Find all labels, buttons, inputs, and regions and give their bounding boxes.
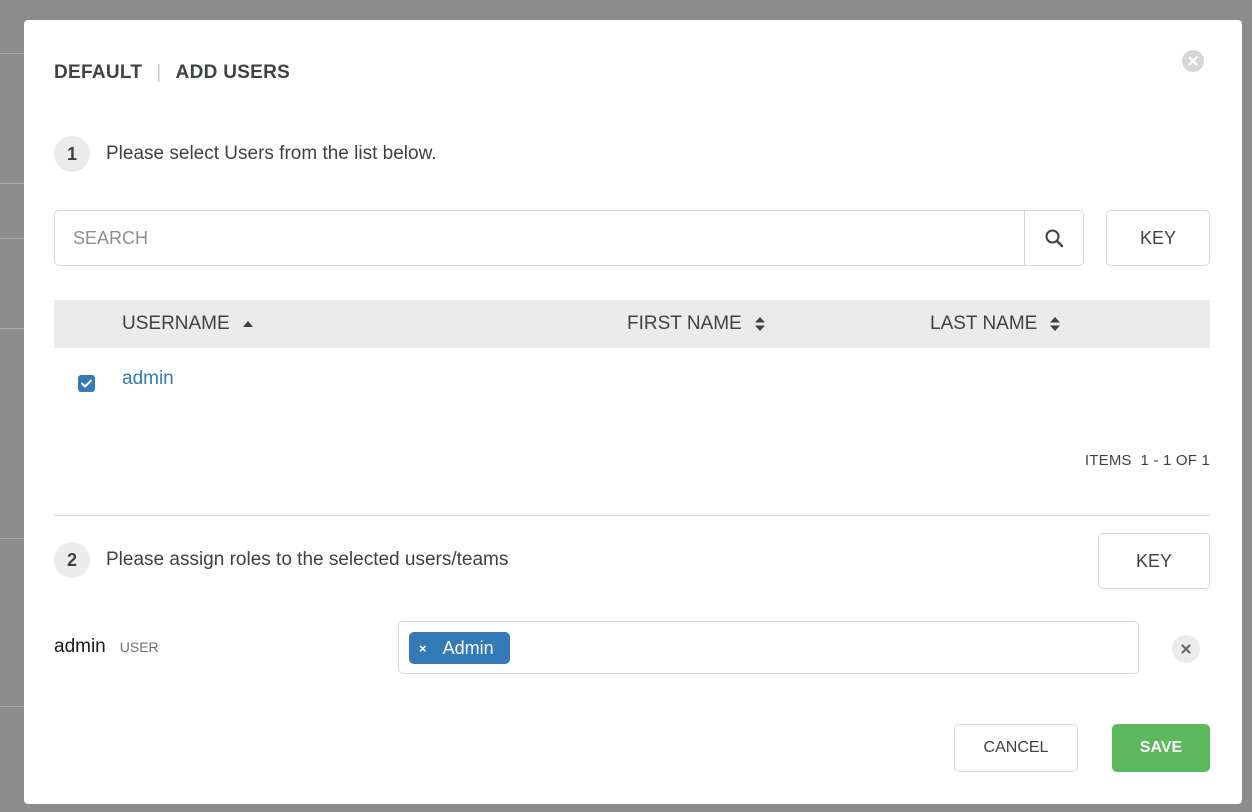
save-button[interactable]: SAVE	[1112, 724, 1210, 772]
backdrop-line	[0, 328, 24, 329]
users-table-header: USERNAME FIRST NAME LAST NAME	[54, 300, 1210, 348]
remove-icon	[1181, 644, 1191, 654]
key-button-roles[interactable]: KEY	[1098, 533, 1210, 589]
backdrop-line	[0, 183, 24, 184]
step-2-number: 2	[54, 542, 90, 578]
assigned-user-type: USER	[119, 639, 159, 655]
add-users-modal: DEFAULT | ADD USERS 1 Please select User…	[24, 20, 1242, 804]
search-bar	[54, 210, 1084, 266]
column-label-last-name: LAST NAME	[930, 313, 1038, 334]
backdrop-line	[0, 706, 24, 707]
backdrop-line	[0, 53, 24, 54]
step-1: 1 Please select Users from the list belo…	[54, 136, 437, 172]
role-tag-label: Admin	[442, 637, 494, 658]
modal-title: ADD USERS	[175, 62, 291, 83]
key-button-users[interactable]: KEY	[1106, 210, 1210, 266]
assigned-user: admin USER	[54, 636, 159, 658]
sort-both-icon	[1049, 316, 1061, 332]
search-button[interactable]	[1024, 211, 1083, 265]
column-label-username: USERNAME	[122, 313, 230, 334]
cancel-button[interactable]: CANCEL	[954, 724, 1078, 772]
search-input[interactable]	[55, 211, 1024, 265]
step-1-number: 1	[54, 136, 90, 172]
role-tag-admin[interactable]: × Admin	[409, 632, 510, 664]
close-button[interactable]	[1182, 50, 1204, 72]
role-select-field[interactable]: × Admin	[398, 621, 1139, 674]
step-2: 2 Please assign roles to the selected us…	[54, 542, 508, 578]
sort-both-icon	[754, 316, 766, 332]
modal-context: DEFAULT	[54, 62, 143, 83]
pagination-count: ITEMS 1 - 1 OF 1	[1084, 452, 1210, 469]
column-header-username[interactable]: USERNAME	[122, 300, 254, 348]
remove-assignment-button[interactable]	[1172, 635, 1200, 663]
tag-remove-icon[interactable]: ×	[419, 641, 427, 656]
row-select-checkbox[interactable]	[78, 375, 95, 392]
backdrop-line	[0, 238, 24, 239]
table-row: admin	[54, 360, 1210, 404]
close-icon	[1188, 56, 1198, 66]
username-link[interactable]: admin	[122, 368, 174, 390]
search-icon	[1045, 229, 1064, 248]
column-header-first-name[interactable]: FIRST NAME	[627, 300, 766, 348]
column-label-first-name: FIRST NAME	[627, 313, 742, 334]
check-icon	[81, 379, 92, 388]
backdrop-line	[0, 538, 24, 539]
step-2-text: Please assign roles to the selected user…	[106, 549, 509, 570]
assigned-user-name: admin	[54, 636, 106, 657]
step-1-text: Please select Users from the list below.	[106, 143, 437, 164]
sort-up-icon	[242, 320, 254, 328]
column-header-last-name[interactable]: LAST NAME	[930, 300, 1061, 348]
modal-header: DEFAULT | ADD USERS	[54, 62, 290, 84]
header-separator: |	[156, 62, 162, 83]
section-divider	[54, 515, 1210, 516]
